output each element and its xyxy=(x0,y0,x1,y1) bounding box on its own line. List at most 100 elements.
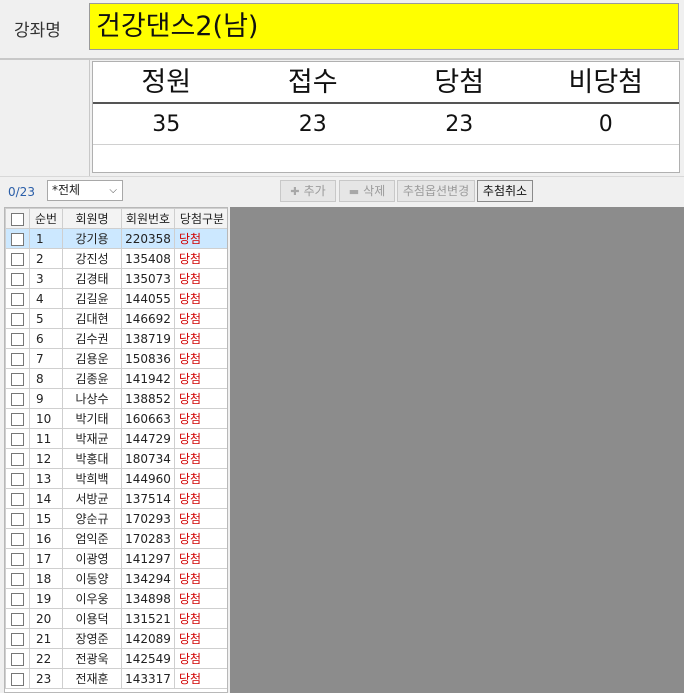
draw-option-button[interactable]: 추첨옵션변경 xyxy=(397,180,475,202)
row-checkbox[interactable] xyxy=(5,368,30,389)
row-seq: 18 xyxy=(29,568,63,589)
row-seq: 10 xyxy=(29,408,63,429)
row-seq: 9 xyxy=(29,388,63,409)
row-name: 이용덕 xyxy=(62,608,122,629)
row-name: 전재훈 xyxy=(62,668,122,689)
row-name: 강진성 xyxy=(62,248,122,269)
row-seq: 3 xyxy=(29,268,63,289)
table-row[interactable]: 13 박희백 144960 당첨 xyxy=(5,468,227,489)
table-row[interactable]: 21 장영준 142089 당첨 xyxy=(5,628,227,649)
row-checkbox[interactable] xyxy=(5,468,30,489)
row-member-id: 180734 xyxy=(121,448,175,469)
row-checkbox[interactable] xyxy=(5,608,30,629)
row-seq: 20 xyxy=(29,608,63,629)
row-member-id: 135408 xyxy=(121,248,175,269)
table-row[interactable]: 12 박홍대 180734 당첨 xyxy=(5,448,227,469)
row-member-id: 131521 xyxy=(121,608,175,629)
table-row[interactable]: 1 강기용 220358 당첨 xyxy=(5,228,227,249)
column-header-id[interactable]: 회원번호 xyxy=(121,208,175,229)
add-button[interactable]: ✚ 추가 xyxy=(280,180,336,202)
row-seq: 8 xyxy=(29,368,63,389)
table-row[interactable]: 8 김종윤 141942 당첨 xyxy=(5,368,227,389)
row-checkbox[interactable] xyxy=(5,648,30,669)
row-member-id: 146692 xyxy=(121,308,175,329)
left-pane xyxy=(0,60,90,176)
row-member-id: 150836 xyxy=(121,348,175,369)
table-row[interactable]: 5 김대현 146692 당첨 xyxy=(5,308,227,329)
row-checkbox[interactable] xyxy=(5,548,30,569)
table-row[interactable]: 6 김수권 138719 당첨 xyxy=(5,328,227,349)
row-name: 이광영 xyxy=(62,548,122,569)
row-checkbox[interactable] xyxy=(5,268,30,289)
row-status: 당첨 xyxy=(174,468,227,489)
table-row[interactable]: 7 김용운 150836 당첨 xyxy=(5,348,227,369)
row-status: 당첨 xyxy=(174,548,227,569)
row-status: 당첨 xyxy=(174,628,227,649)
stats-value-won: 23 xyxy=(445,112,474,137)
row-status: 당첨 xyxy=(174,228,227,249)
row-checkbox[interactable] xyxy=(5,568,30,589)
row-checkbox[interactable] xyxy=(5,248,30,269)
table-row[interactable]: 4 김길윤 144055 당첨 xyxy=(5,288,227,309)
row-name: 엄익준 xyxy=(62,528,122,549)
course-name-field[interactable]: 건강댄스2(남) xyxy=(89,3,679,50)
row-name: 강기용 xyxy=(62,228,122,249)
select-all-checkbox[interactable] xyxy=(5,208,30,229)
table-row[interactable]: 9 나상수 138852 당첨 xyxy=(5,388,227,409)
table-row[interactable]: 2 강진성 135408 당첨 xyxy=(5,248,227,269)
row-checkbox[interactable] xyxy=(5,348,30,369)
table-row[interactable]: 10 박기태 160663 당첨 xyxy=(5,408,227,429)
table-row[interactable]: 15 양순규 170293 당첨 xyxy=(5,508,227,529)
row-member-id: 137514 xyxy=(121,488,175,509)
cancel-draw-button[interactable]: 추첨취소 xyxy=(477,180,533,202)
row-checkbox[interactable] xyxy=(5,228,30,249)
course-header: 강좌명 건강댄스2(남) xyxy=(0,0,684,58)
column-header-status[interactable]: 당첨구분 xyxy=(174,208,227,229)
row-checkbox[interactable] xyxy=(5,428,30,449)
row-status: 당첨 xyxy=(174,308,227,329)
minus-icon: ▬ xyxy=(348,185,360,198)
table-row[interactable]: 20 이용덕 131521 당첨 xyxy=(5,608,227,629)
row-checkbox[interactable] xyxy=(5,328,30,349)
row-status: 당첨 xyxy=(174,268,227,289)
filter-select[interactable]: *전체 ⌵ xyxy=(47,180,123,201)
row-seq: 14 xyxy=(29,488,63,509)
table-row[interactable]: 23 전재훈 143317 당첨 xyxy=(5,668,227,689)
row-seq: 19 xyxy=(29,588,63,609)
delete-button[interactable]: ▬ 삭제 xyxy=(339,180,395,202)
table-row[interactable]: 18 이동양 134294 당첨 xyxy=(5,568,227,589)
row-checkbox[interactable] xyxy=(5,508,30,529)
table-row[interactable]: 16 엄익준 170283 당첨 xyxy=(5,528,227,549)
row-status: 당첨 xyxy=(174,588,227,609)
course-label: 강좌명 xyxy=(14,21,61,41)
row-seq: 15 xyxy=(29,508,63,529)
row-checkbox[interactable] xyxy=(5,588,30,609)
table-row[interactable]: 11 박재균 144729 당첨 xyxy=(5,428,227,449)
row-checkbox[interactable] xyxy=(5,388,30,409)
table-row[interactable]: 17 이광영 141297 당첨 xyxy=(5,548,227,569)
row-checkbox[interactable] xyxy=(5,668,30,689)
table-row[interactable]: 14 서방균 137514 당첨 xyxy=(5,488,227,509)
table-row[interactable]: 19 이우웅 134898 당첨 xyxy=(5,588,227,609)
row-checkbox[interactable] xyxy=(5,408,30,429)
row-seq: 22 xyxy=(29,648,63,669)
stats-value-not-won: 0 xyxy=(598,112,613,137)
stats-header-row: 정원 접수 당첨 비당첨 xyxy=(93,62,679,104)
row-checkbox[interactable] xyxy=(5,288,30,309)
row-name: 김경태 xyxy=(62,268,122,289)
row-seq: 6 xyxy=(29,328,63,349)
row-checkbox[interactable] xyxy=(5,488,30,509)
row-checkbox[interactable] xyxy=(5,628,30,649)
row-checkbox[interactable] xyxy=(5,528,30,549)
table-row[interactable]: 3 김경태 135073 당첨 xyxy=(5,268,227,289)
row-member-id: 138719 xyxy=(121,328,175,349)
stats-panel: 정원 접수 당첨 비당첨 35 23 23 0 xyxy=(92,61,680,173)
column-header-name[interactable]: 회원명 xyxy=(62,208,122,229)
row-name: 나상수 xyxy=(62,388,122,409)
row-member-id: 135073 xyxy=(121,268,175,289)
column-header-seq[interactable]: 순번 xyxy=(29,208,63,229)
table-row[interactable]: 22 전광욱 142549 당첨 xyxy=(5,648,227,669)
row-member-id: 143317 xyxy=(121,668,175,689)
row-checkbox[interactable] xyxy=(5,448,30,469)
row-checkbox[interactable] xyxy=(5,308,30,329)
